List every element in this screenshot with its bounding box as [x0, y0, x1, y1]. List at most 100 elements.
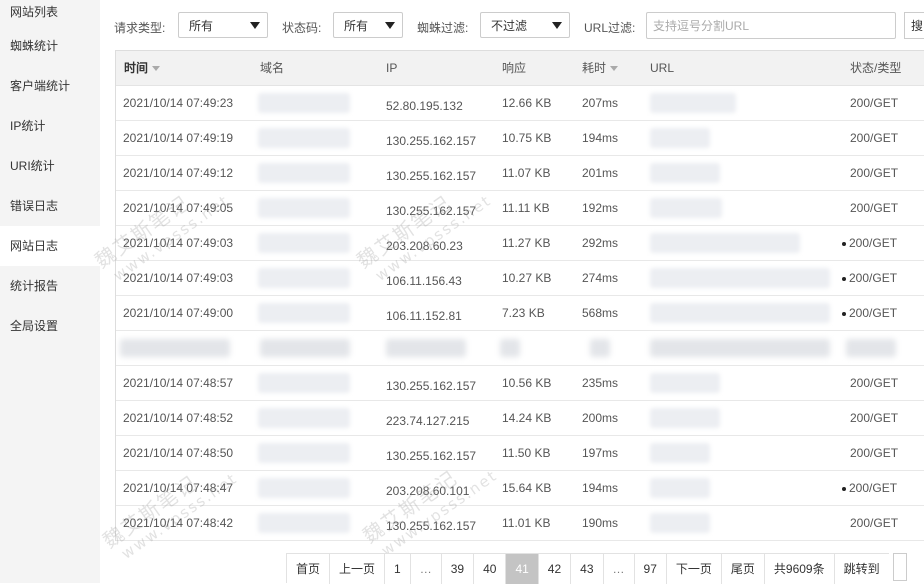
cell-ip: 130.255.162.157	[386, 519, 477, 533]
search-button[interactable]: 搜	[904, 12, 924, 39]
status-code-label: 状态码:	[282, 21, 322, 35]
cell-duration: 568ms	[582, 306, 619, 320]
page-number[interactable]: 42	[538, 553, 572, 584]
chevron-down-icon	[385, 22, 395, 29]
cell-ip: 203.208.60.23	[386, 239, 463, 253]
cell-time: 2021/10/14 07:48:52	[123, 411, 234, 425]
status-text: 200/GET	[849, 306, 898, 320]
redacted-url	[650, 268, 830, 288]
status-text: 200/GET	[850, 96, 899, 110]
jump-page-input[interactable]	[892, 553, 907, 581]
bullet-icon	[842, 241, 846, 246]
last-page-button[interactable]: 尾页	[721, 553, 765, 584]
prev-page-button[interactable]: 上一页	[330, 553, 386, 584]
spider-filter-select[interactable]: 不过滤	[480, 12, 570, 38]
redacted-url	[650, 198, 722, 218]
page-number[interactable]: 97	[634, 553, 667, 584]
sidebar-item[interactable]: IP统计	[0, 106, 100, 146]
status-text: 200/GET	[850, 131, 899, 145]
first-page-button[interactable]: 首页	[287, 553, 331, 584]
table-row[interactable]: 2021/10/14 07:49:19 130.255.162.157 10.75 …	[116, 121, 924, 156]
filter-bar: 请求类型: 所有 状态码: 所有 蜘蛛过滤: 不过滤 URL过滤: 搜	[100, 0, 924, 50]
url-filter-label: URL过滤:	[584, 21, 636, 35]
header-status: 状态/类型	[850, 61, 902, 75]
table-row[interactable]: 2021/10/14 07:49:03 106.11.156.43 10.27 KB…	[116, 261, 924, 296]
table-row[interactable]: 2021/10/14 07:49:23 52.80.195.132 12.66 KB…	[116, 86, 924, 121]
request-type-select[interactable]: 所有	[178, 12, 268, 38]
cell-time: 2021/10/14 07:49:00	[123, 306, 234, 320]
redacted-url	[650, 163, 720, 183]
cell-time: 2021/10/14 07:49:03	[123, 271, 234, 285]
cell-ip: 106.11.156.43	[386, 274, 462, 288]
cell-ip: 130.255.162.157	[386, 379, 477, 393]
redacted-url	[650, 93, 736, 113]
header-duration[interactable]: 耗时	[582, 51, 619, 85]
page-current[interactable]: 41	[506, 553, 539, 584]
cell-time: 2021/10/14 07:48:42	[123, 516, 234, 530]
cell-response: 7.23 KB	[502, 306, 545, 320]
status-text: 200/GET	[849, 271, 898, 285]
cell-status: 200/GET	[842, 471, 897, 505]
table-row[interactable]: 2021/10/14 07:48:50 130.255.162.157 11.50 …	[116, 436, 924, 471]
status-text: 200/GET	[850, 411, 899, 425]
redacted-domain	[258, 233, 350, 253]
spider-filter-value: 不过滤	[491, 19, 528, 33]
redacted-block	[260, 339, 350, 357]
cell-time: 2021/10/14 07:49:23	[123, 96, 234, 110]
chevron-down-icon	[250, 22, 260, 29]
sidebar-item[interactable]: 网站列表	[0, 0, 100, 26]
sidebar-item[interactable]: 统计报告	[0, 266, 100, 306]
cell-ip: 130.255.162.157	[386, 134, 477, 148]
page-number[interactable]: 39	[441, 553, 475, 584]
next-page-button[interactable]: 下一页	[666, 553, 722, 584]
table-row[interactable]: 2021/10/14 07:48:57 130.255.162.157 10.56 …	[116, 366, 924, 401]
table-row[interactable]	[116, 331, 924, 366]
redacted-domain	[258, 478, 350, 498]
table-row[interactable]: 2021/10/14 07:49:12 130.255.162.157 11.07 …	[116, 156, 924, 191]
table-row[interactable]: 2021/10/14 07:49:05 130.255.162.157 11.11 …	[116, 191, 924, 226]
cell-duration: 192ms	[582, 201, 619, 215]
table-row[interactable]: 2021/10/14 07:48:52 223.74.127.215 14.24 K…	[116, 401, 924, 436]
redacted-url	[650, 478, 710, 498]
page-number[interactable]: 40	[474, 553, 507, 584]
table-row[interactable]: 2021/10/14 07:48:47 203.208.60.101 15.64 K…	[116, 471, 924, 506]
cell-response: 11.07 KB	[502, 166, 551, 180]
cell-status: 200/GET	[850, 86, 898, 120]
header-url: URL	[650, 61, 675, 75]
bullet-icon	[842, 276, 846, 281]
redacted-domain	[258, 303, 350, 323]
cell-time: 2021/10/14 07:49:19	[123, 131, 234, 145]
redacted-url	[650, 443, 710, 463]
table-row[interactable]: 2021/10/14 07:49:00 106.11.152.81 7.23 KB 5…	[116, 296, 924, 331]
sidebar-item[interactable]: 网站日志	[0, 226, 100, 266]
header-domain: 域名	[260, 61, 285, 75]
status-text: 200/GET	[850, 166, 899, 180]
cell-response: 12.66 KB	[502, 96, 552, 110]
cell-response: 11.11 KB	[502, 201, 550, 215]
url-filter-input[interactable]	[646, 12, 896, 39]
cell-ip: 52.80.195.132	[386, 99, 463, 113]
table-row[interactable]: 2021/10/14 07:48:42 130.255.162.157 11.01 …	[116, 506, 924, 541]
sidebar-item[interactable]: 客户端统计	[0, 66, 100, 106]
redacted-block	[846, 339, 896, 357]
status-code-select[interactable]: 所有	[333, 12, 403, 38]
redacted-block	[386, 339, 466, 357]
page-number[interactable]: 1	[385, 553, 411, 584]
header-time[interactable]: 时间	[124, 51, 161, 85]
sidebar-item[interactable]: 全局设置	[0, 306, 100, 346]
sidebar-item[interactable]: URI统计	[0, 146, 100, 186]
sidebar-item[interactable]: 错误日志	[0, 186, 100, 226]
table-row[interactable]: 2021/10/14 07:49:03 203.208.60.23 11.27 KB…	[116, 226, 924, 261]
pagination: 首页 上一页 1… 39 40 41 42 43… 97 下一页 尾页 共9609条 跳转到	[286, 553, 907, 584]
cell-time: 2021/10/14 07:49:05	[123, 201, 234, 215]
sidebar-item[interactable]: 蜘蛛统计	[0, 26, 100, 66]
redacted-domain	[258, 373, 350, 393]
page-number[interactable]: 43	[571, 553, 604, 584]
cell-ip: 203.208.60.101	[386, 484, 470, 498]
page-ellipsis: …	[410, 553, 442, 584]
redacted-url	[650, 513, 710, 533]
redacted-domain	[258, 163, 350, 183]
cell-status: 200/GET	[850, 121, 898, 155]
status-code-value: 所有	[344, 19, 369, 33]
spider-filter-label: 蜘蛛过滤:	[417, 21, 469, 35]
